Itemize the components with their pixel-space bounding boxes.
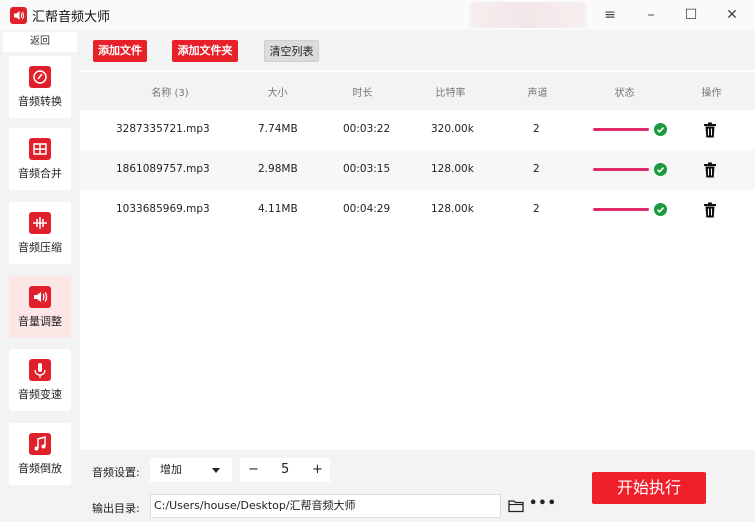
output-path-field[interactable]: C:/Users/house/Desktop/汇帮音频大师 (150, 494, 501, 518)
file-size: 7.74MB (258, 123, 298, 135)
settings-panel: 音频设置: 增加 − 5 + 输出目录: C:/Users/house/Desk… (80, 450, 755, 522)
file-duration: 00:04:29 (343, 203, 391, 215)
file-size: 2.98MB (258, 163, 298, 175)
table-header: 名称 (3) 大小 时长 比特率 声道 状态 操作 (80, 72, 755, 110)
start-button[interactable]: 开始执行 (592, 472, 706, 504)
decrement-button[interactable]: − (248, 458, 259, 482)
close-button[interactable]: ✕ (721, 4, 743, 26)
sidebar-item-label: 音频压缩 (18, 241, 62, 254)
column-header-name[interactable]: 名称 (3) (140, 84, 200, 99)
speed-icon (29, 359, 51, 381)
table-row[interactable]: 3287335721.mp3 7.74MB 00:03:22 320.00k 2 (80, 110, 755, 150)
sidebar-item-volume-adjust[interactable]: 音量调整 (9, 276, 71, 338)
more-icon[interactable]: ••• (529, 496, 557, 511)
check-circle-icon (654, 203, 667, 216)
sidebar-item-audio-merge[interactable]: 音频合并 (9, 128, 71, 190)
output-dir-label: 输出目录: (92, 502, 140, 515)
table-row[interactable]: 1861089757.mp3 2.98MB 00:03:15 128.00k 2 (80, 150, 755, 190)
volume-amount-value: 5 (281, 462, 290, 477)
sidebar-item-audio-convert[interactable]: 音频转换 (9, 56, 71, 118)
trash-icon[interactable] (703, 202, 717, 218)
column-header-actions: 操作 (701, 88, 722, 99)
file-duration: 00:03:22 (343, 123, 391, 135)
status-progress-bar (593, 168, 649, 171)
audio-settings-label: 音频设置: (92, 466, 140, 479)
minimize-button[interactable]: – (640, 4, 662, 26)
column-header-bitrate[interactable]: 比特率 (428, 84, 473, 99)
table-row[interactable]: 1033685969.mp3 4.11MB 00:04:29 128.00k 2 (80, 190, 755, 230)
title-bar: 汇帮音频大师 ≡ – ☐ ✕ (0, 0, 755, 30)
file-name: 3287335721.mp3 (116, 123, 210, 135)
check-circle-icon (654, 123, 667, 136)
folder-open-icon[interactable] (508, 499, 524, 513)
column-header-size[interactable]: 大小 (260, 84, 295, 99)
clear-list-button[interactable]: 清空列表 (264, 40, 319, 62)
chevron-down-icon (212, 468, 220, 473)
file-channels: 2 (533, 123, 540, 135)
audio-convert-icon (29, 66, 51, 88)
sidebar-item-label: 音频变速 (18, 388, 62, 401)
column-header-status: 状态 (614, 88, 635, 99)
file-bitrate: 128.00k (431, 163, 474, 175)
app-title: 汇帮音频大师 (32, 10, 111, 25)
app-logo-icon (10, 7, 27, 24)
sidebar-item-audio-speed[interactable]: 音频变速 (9, 349, 71, 411)
sidebar-item-audio-reverse[interactable]: 音频倒放 (9, 423, 71, 485)
file-list-panel: 添加文件 添加文件夹 清空列表 名称 (3) 大小 时长 比特率 声道 状态 操… (80, 30, 755, 450)
sidebar-item-label: 音频转换 (18, 95, 62, 108)
back-button[interactable]: 返回 (3, 32, 77, 52)
audio-compress-icon (29, 212, 51, 234)
sidebar-item-label: 音量调整 (18, 315, 62, 328)
status-progress-bar (593, 128, 649, 131)
menu-icon[interactable]: ≡ (599, 4, 621, 26)
increment-button[interactable]: + (312, 458, 323, 482)
sidebar-item-label: 音频倒放 (18, 462, 62, 475)
file-channels: 2 (533, 203, 540, 215)
volume-icon (29, 286, 51, 308)
column-header-channels[interactable]: 声道 (520, 84, 555, 99)
reverse-icon (29, 433, 51, 455)
sidebar-item-audio-compress[interactable]: 音频压缩 (9, 202, 71, 264)
file-name: 1033685969.mp3 (116, 203, 210, 215)
sidebar-item-label: 音频合并 (18, 167, 62, 180)
volume-amount-stepper[interactable]: − 5 + (240, 458, 330, 482)
add-folder-button[interactable]: 添加文件夹 (172, 40, 238, 62)
file-bitrate: 128.00k (431, 203, 474, 215)
file-channels: 2 (533, 163, 540, 175)
trash-icon[interactable] (703, 122, 717, 138)
file-size: 4.11MB (258, 203, 298, 215)
file-bitrate: 320.00k (431, 123, 474, 135)
file-duration: 00:03:15 (343, 163, 391, 175)
volume-mode-select[interactable]: 增加 (150, 458, 232, 482)
sidebar: 返回 音频转换 音频合并 音频压缩 音量调整 音频变速 音频倒放 (0, 30, 80, 522)
audio-merge-icon (29, 138, 51, 160)
status-progress-bar (593, 208, 649, 211)
file-name: 1861089757.mp3 (116, 163, 210, 175)
maximize-button[interactable]: ☐ (680, 4, 702, 26)
column-header-duration[interactable]: 时长 (345, 84, 380, 99)
toolbar: 添加文件 添加文件夹 清空列表 (80, 30, 755, 70)
title-banner (470, 2, 586, 28)
check-circle-icon (654, 163, 667, 176)
trash-icon[interactable] (703, 162, 717, 178)
volume-mode-value: 增加 (160, 463, 182, 476)
add-file-button[interactable]: 添加文件 (93, 40, 147, 62)
